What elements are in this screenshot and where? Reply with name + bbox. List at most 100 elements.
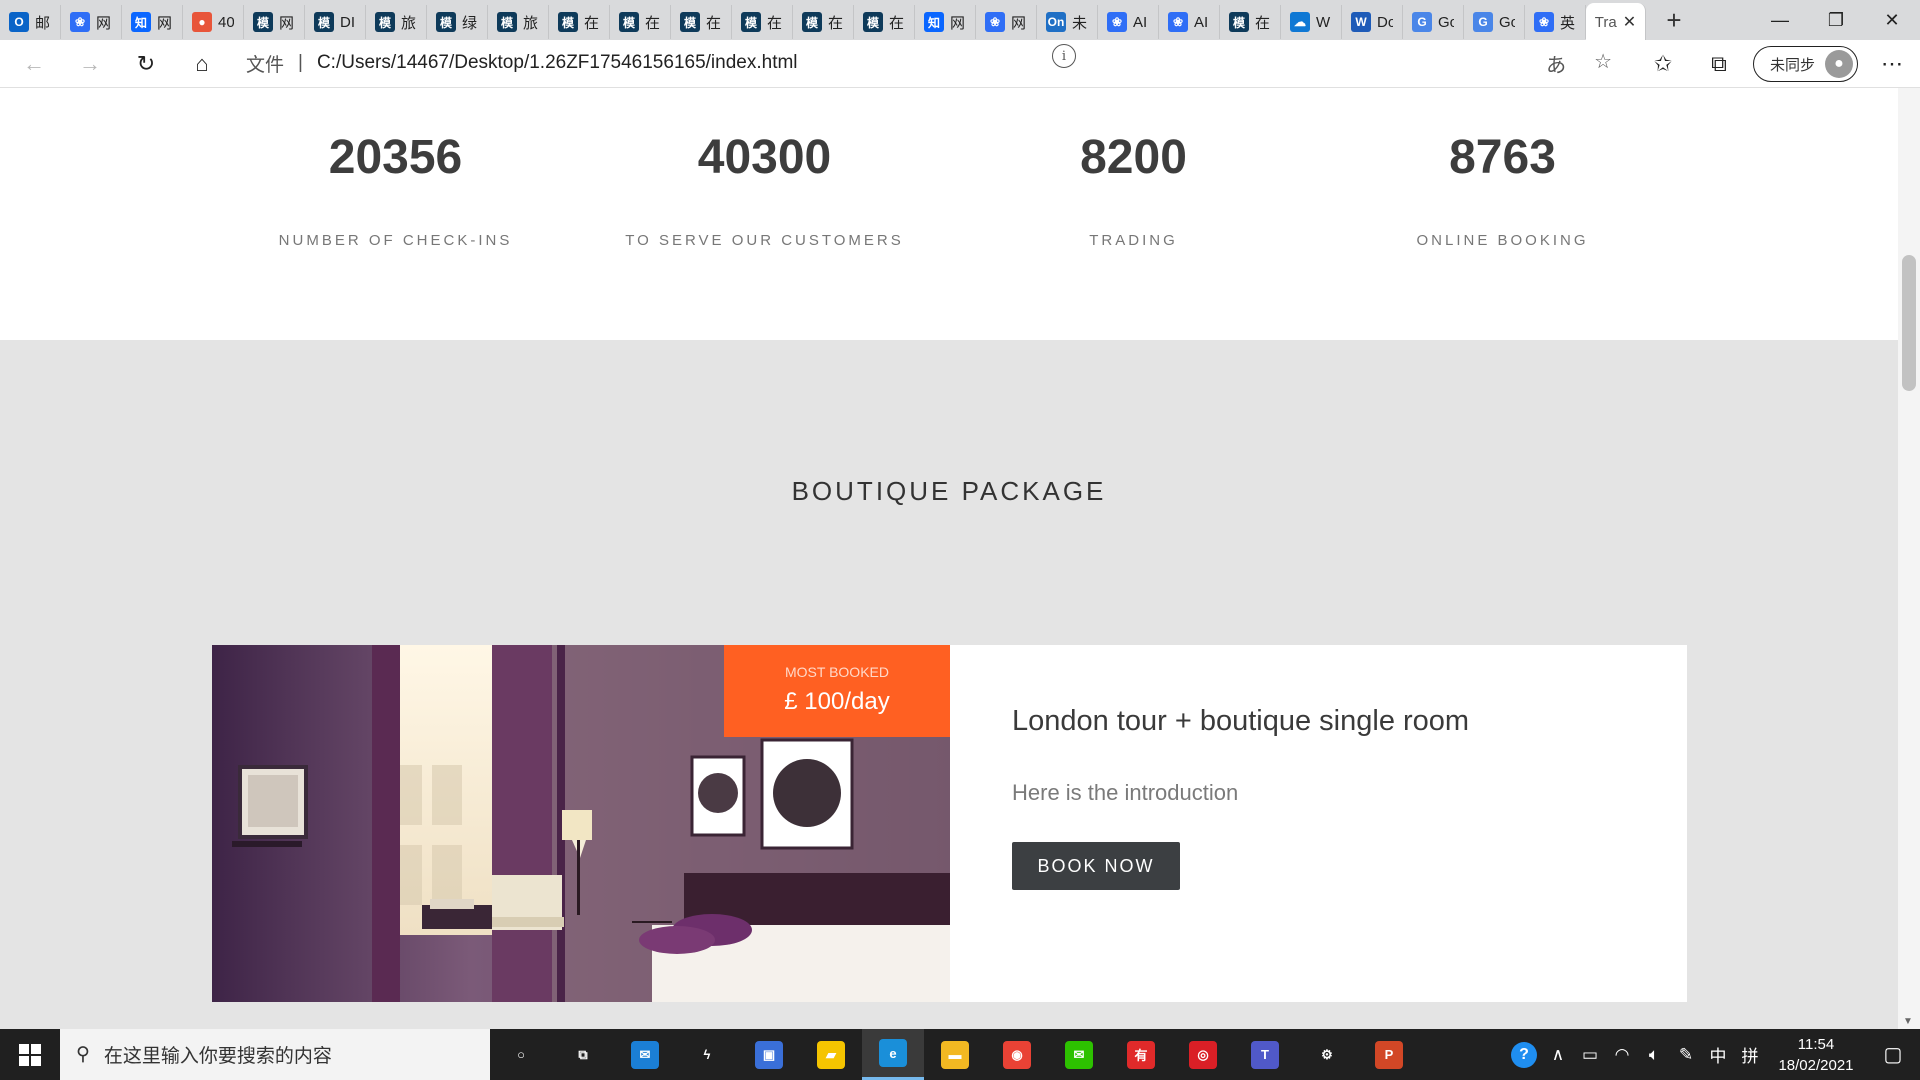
taskbar-app[interactable]: 有 <box>1110 1029 1172 1080</box>
browser-tab[interactable]: G Go <box>1464 5 1525 39</box>
browser-tab[interactable]: ❀ 英 <box>1525 5 1586 39</box>
tab-title: Go <box>1438 13 1454 31</box>
browser-tab[interactable]: ☁ W <box>1281 5 1342 39</box>
stat-item: 20356 NUMBER OF CHECK-INS <box>211 88 580 250</box>
taskbar-app[interactable]: T <box>1234 1029 1296 1080</box>
taskbar-search-box[interactable]: ⚲ 在这里输入你要搜索的内容 <box>60 1029 490 1080</box>
taskbar-app[interactable]: ◉ <box>986 1029 1048 1080</box>
tab-title: 网 <box>1011 14 1027 32</box>
chrome-icon: ◉ <box>1003 1040 1031 1069</box>
forward-button[interactable]: → <box>62 44 118 84</box>
minimize-button[interactable]: — <box>1752 0 1808 40</box>
browser-tab[interactable]: 模在 <box>671 5 732 39</box>
scrollbar-thumb[interactable] <box>1902 255 1916 391</box>
taskbar-app[interactable]: ▰ <box>800 1029 862 1080</box>
google-translate-icon: G <box>1473 12 1493 32</box>
taskbar-app[interactable]: ⚙ <box>1296 1029 1358 1080</box>
browser-tab[interactable]: ❀ AI <box>1159 5 1220 39</box>
restore-button[interactable]: ❐ <box>1808 0 1864 40</box>
taskbar-app[interactable]: ✉ <box>614 1029 676 1080</box>
browser-tab[interactable]: 模在 <box>854 5 915 39</box>
browser-tab[interactable]: ❀ AI <box>1098 5 1159 39</box>
collections-icon[interactable]: ⧉ <box>1691 44 1747 84</box>
url-text[interactable]: C:/Users/14467/Desktop/1.26ZF17546156165… <box>317 52 798 74</box>
browser-tab[interactable]: G Go <box>1403 5 1464 39</box>
package-card: MOST BOOKED £ 100/day London tour + bout… <box>212 645 1687 1002</box>
tab-title: 未 <box>1072 14 1088 32</box>
browser-tab[interactable]: O邮 <box>0 5 61 39</box>
windows-taskbar: ⚲ 在这里输入你要搜索的内容 ○ ⧉ ✉ ϟ ▣ ▰ e ▬ ◉ ✉ 有 ◎ T ⚙ P ? ∧ ▭ ◠ 🔈… <box>0 1029 1920 1080</box>
template-mo-icon: 模 <box>863 12 883 32</box>
tab-title: 网 <box>279 14 295 32</box>
pen-icon[interactable]: ✎ <box>1670 1045 1702 1065</box>
input-language[interactable]: 中 <box>1702 1042 1734 1067</box>
notification-icon[interactable]: ▢ <box>1866 1042 1920 1067</box>
active-browser-tab[interactable]: Tra ✕ <box>1586 3 1646 41</box>
wifi-icon[interactable]: ◠ <box>1606 1045 1638 1065</box>
stat-item: 8763 ONLINE BOOKING <box>1318 88 1687 250</box>
start-button[interactable] <box>0 1029 60 1080</box>
read-aloud-icon[interactable]: あ <box>1546 49 1566 78</box>
taskbar-app[interactable]: ▬ <box>924 1029 986 1080</box>
browser-tab-strip: O 邮 ❀ 网知网 ● 40 模网模 DI 模旅模绿模旅模在模在模在模在模在模在知网 ❀ 网 On 未 ❀… <box>0 0 1920 41</box>
ime-mode[interactable]: 拼 <box>1734 1042 1766 1067</box>
zhihu-icon: 知 <box>924 12 944 32</box>
address-bar[interactable]: i 文件 | C:/Users/14467/Desktop/1.26ZF1754… <box>236 44 1622 82</box>
site-info-icon[interactable]: i <box>1052 44 1076 68</box>
browser-tab[interactable]: ● 40 <box>183 5 244 39</box>
browser-tab[interactable]: 知网 <box>122 5 183 39</box>
taskbar-app[interactable]: ○ <box>490 1029 552 1080</box>
cortana-circle-icon: ○ <box>517 1047 525 1062</box>
page-scrollbar[interactable]: ▼ <box>1898 88 1920 1029</box>
browser-tab[interactable]: 模在 <box>1220 5 1281 39</box>
task-view-icon: ⧉ <box>578 1046 588 1062</box>
bolt-app-icon: ϟ <box>703 1047 711 1062</box>
home-button[interactable]: ⌂ <box>174 44 230 84</box>
help-icon[interactable]: ? <box>1506 1041 1542 1068</box>
template-mo-icon: 模 <box>375 12 395 32</box>
tab-title: Go <box>1499 13 1515 31</box>
close-tab-icon[interactable]: ✕ <box>1623 12 1636 32</box>
new-tab-button[interactable]: + <box>1654 3 1694 37</box>
package-section: BOUTIQUE PACKAGE MOST BOOKED £ 100/day L… <box>0 340 1898 1029</box>
browser-tab[interactable]: 知网 <box>915 5 976 39</box>
clock[interactable]: 11:54 18/02/2021 <box>1766 1034 1866 1076</box>
browser-tab[interactable]: 模在 <box>549 5 610 39</box>
taskbar-app[interactable]: ✉ <box>1048 1029 1110 1080</box>
profile-sync-label: 未同步 <box>1769 56 1815 74</box>
scroll-down-arrow-icon[interactable]: ▼ <box>1903 1016 1913 1027</box>
browser-tab[interactable]: W Do <box>1342 5 1403 39</box>
browser-tab[interactable]: 模 DI <box>305 5 366 39</box>
battery-icon[interactable]: ▭ <box>1574 1045 1606 1065</box>
browser-tab[interactable]: 模在 <box>793 5 854 39</box>
taskbar-app[interactable]: ▣ <box>738 1029 800 1080</box>
tab-title: AI <box>1194 13 1209 31</box>
browser-tab[interactable]: ❀ 网 <box>61 5 122 39</box>
browser-tab[interactable]: 模在 <box>610 5 671 39</box>
browser-tab[interactable]: 模绿 <box>427 5 488 39</box>
close-window-button[interactable]: ✕ <box>1864 0 1920 40</box>
taskbar-app[interactable]: ϟ <box>676 1029 738 1080</box>
taskbar-app[interactable]: e <box>862 1029 924 1080</box>
volume-icon[interactable]: 🔈︎ <box>1638 1045 1670 1065</box>
browser-tab[interactable]: 模旅 <box>488 5 549 39</box>
favorite-star-icon[interactable]: ☆ <box>1594 49 1612 78</box>
book-now-button[interactable]: BOOK NOW <box>1012 842 1180 890</box>
more-menu-icon[interactable]: ⋯ <box>1864 44 1920 84</box>
sticky-notes-icon: ▰ <box>817 1040 845 1069</box>
taskbar-app[interactable]: P <box>1358 1029 1420 1080</box>
refresh-button[interactable]: ↻ <box>118 44 174 84</box>
browser-tab[interactable]: On 未 <box>1037 5 1098 39</box>
favorites-icon[interactable]: ✩ <box>1635 44 1691 84</box>
browser-tab[interactable]: ❀ 网 <box>976 5 1037 39</box>
tray-expand-icon[interactable]: ∧ <box>1542 1045 1574 1065</box>
taskbar-app[interactable]: ◎ <box>1172 1029 1234 1080</box>
card-title: London tour + boutique single room <box>1012 705 1470 737</box>
back-button[interactable]: ← <box>6 44 62 84</box>
browser-tab[interactable]: 模在 <box>732 5 793 39</box>
tab-title: 40 <box>218 13 234 31</box>
browser-tab[interactable]: 模旅 <box>366 5 427 39</box>
browser-tab[interactable]: 模网 <box>244 5 305 39</box>
taskbar-app[interactable]: ⧉ <box>552 1029 614 1080</box>
profile-button[interactable]: 未同步 ● <box>1752 46 1858 82</box>
